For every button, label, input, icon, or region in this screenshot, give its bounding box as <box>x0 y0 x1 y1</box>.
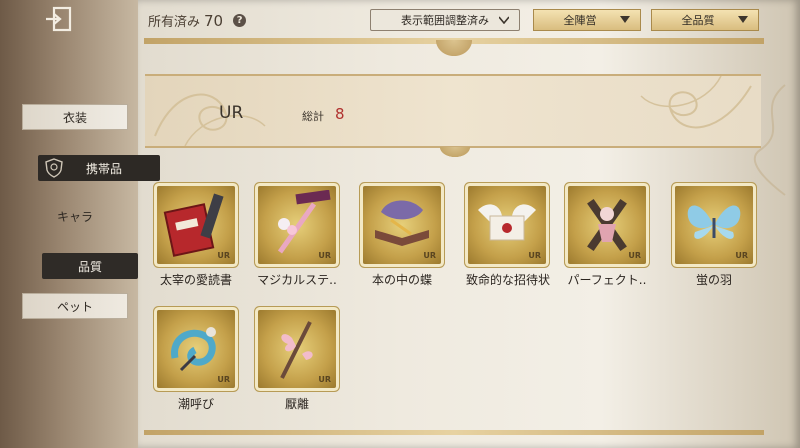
range-filter-dropdown[interactable]: 表示範囲調整済み <box>370 9 520 31</box>
chevron-down-icon <box>499 16 509 24</box>
item-name: 致命的な招待状 <box>466 273 551 287</box>
item-name: 厭離 <box>284 397 309 411</box>
sidebar-item-label: ペット <box>56 299 93 314</box>
rank-badge: UR <box>217 251 230 260</box>
sidebar-item-character[interactable]: キャラ <box>22 203 128 229</box>
item-card[interactable]: UR 蛍の羽 <box>673 186 755 288</box>
firefly-wings-icon <box>687 205 741 239</box>
tier-title: UR <box>219 103 244 123</box>
item-frame: UR <box>258 186 336 264</box>
item-frame: UR <box>568 186 646 264</box>
owned-label: 所有済み <box>148 15 201 30</box>
item-name: 潮呼び <box>177 397 214 411</box>
item-frame: UR <box>468 186 546 264</box>
quality-filter-dropdown[interactable]: 全品質 <box>651 9 759 31</box>
item-frame: UR <box>157 310 235 388</box>
side-ornament-icon <box>753 84 786 196</box>
butterfly-book-icon <box>375 200 429 246</box>
sidebar-item-label: 携帯品 <box>85 161 122 176</box>
winged-letter-icon <box>478 204 536 241</box>
shield-icon <box>45 158 63 178</box>
owned-count: 所有済み 70 ? <box>148 11 247 30</box>
item-name: 本の中の蝶 <box>371 273 432 287</box>
item-card[interactable]: UR 厭離 <box>256 310 338 412</box>
quality-filter-label: 全品質 <box>681 14 715 27</box>
rank-badge: UR <box>735 251 748 260</box>
triangle-down-icon <box>620 16 630 23</box>
exit-icon[interactable] <box>44 6 74 32</box>
sidebar-item-label: キャラ <box>56 209 93 224</box>
sidebar-item-label: 衣装 <box>62 110 87 125</box>
rank-badge: UR <box>217 375 230 384</box>
sidebar-item-label: 品質 <box>77 259 102 274</box>
total-label: 総計 <box>302 110 324 123</box>
item-name: マジカルステ.. <box>257 273 337 287</box>
range-filter-label: 表示範囲調整済み <box>401 14 489 27</box>
owned-number: 70 <box>204 11 224 30</box>
sidebar-item-pet[interactable]: ペット <box>22 293 128 319</box>
item-card[interactable]: UR マジカルステ.. <box>256 186 338 288</box>
item-card[interactable]: UR パーフェクト.. <box>566 186 648 288</box>
item-frame: UR <box>258 310 336 388</box>
top-divider-ornament <box>436 40 472 56</box>
rank-badge: UR <box>528 251 541 260</box>
banner-ornament <box>440 147 470 157</box>
sidebar-item-costume[interactable]: 衣装 <box>22 104 128 130</box>
sidebar-item-quality[interactable]: 品質 <box>42 253 138 279</box>
tide-creature-icon <box>171 327 216 372</box>
item-name: パーフェクト.. <box>567 273 647 287</box>
item-name: 蛍の羽 <box>695 273 732 287</box>
bottom-divider <box>144 430 764 435</box>
camp-filter-label: 全陣営 <box>563 14 597 27</box>
item-frame: UR <box>363 186 441 264</box>
rank-badge: UR <box>628 251 641 260</box>
item-frame: UR <box>675 186 753 264</box>
book-icon <box>163 193 224 257</box>
item-card[interactable]: UR 本の中の蝶 <box>361 186 443 288</box>
sidebar-item-accessory[interactable]: 携帯品 <box>38 155 160 181</box>
rank-badge: UR <box>318 375 331 384</box>
item-card[interactable]: UR 致命的な招待状 <box>466 186 551 288</box>
item-card[interactable]: UR 潮呼び <box>155 310 237 412</box>
rank-badge: UR <box>423 251 436 260</box>
help-icon[interactable]: ? <box>233 14 247 27</box>
pink-ribbon-staff-icon <box>280 321 313 379</box>
total-count: 8 <box>335 105 345 123</box>
item-frame: UR <box>157 186 235 264</box>
rank-badge: UR <box>318 251 331 260</box>
triangle-down-icon <box>738 16 748 23</box>
item-name: 太宰の愛読書 <box>159 273 232 287</box>
item-card[interactable]: UR 太宰の愛読書 <box>155 186 237 288</box>
camp-filter-dropdown[interactable]: 全陣営 <box>533 9 641 31</box>
cross-doll-icon <box>587 198 627 252</box>
magic-staff-icon <box>277 190 331 254</box>
